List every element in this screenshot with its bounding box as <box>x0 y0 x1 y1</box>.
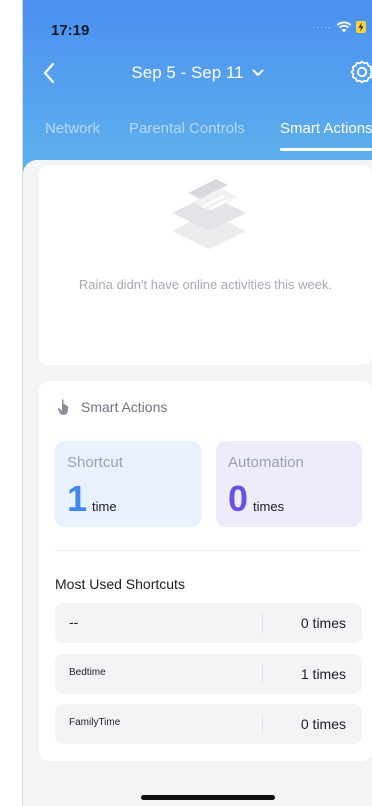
header: 17:19 ····· Sep 5 - Sep 11 Network Paren… <box>23 0 372 175</box>
activity-card: Raina didn't have online activities this… <box>39 165 372 365</box>
empty-state-illustration <box>172 179 246 249</box>
shortcut-count: 1 <box>67 478 88 519</box>
shortcut-row-name: -- <box>69 614 79 630</box>
tab-parental-controls[interactable]: Parental Controls <box>129 120 245 137</box>
shortcut-row[interactable]: -- 0 times <box>55 603 362 643</box>
home-indicator <box>141 795 275 800</box>
automation-stat-card[interactable]: Automation 0 times <box>216 441 362 527</box>
empty-state-message: Raina didn't have online activities this… <box>78 277 333 292</box>
status-bar: 17:19 ····· <box>23 0 372 44</box>
automation-unit: times <box>253 499 285 514</box>
chevron-down-icon <box>252 69 264 76</box>
active-tab-indicator <box>280 148 372 151</box>
row-separator <box>262 714 263 734</box>
wifi-icon <box>336 21 352 33</box>
most-used-shortcuts-title: Most Used Shortcuts <box>55 576 185 592</box>
hand-tap-icon <box>57 399 68 415</box>
date-range-selector[interactable]: Sep 5 - Sep 11 <box>23 63 372 83</box>
shortcut-value: 1 time <box>67 478 117 520</box>
shortcut-row-name: FamilyTime <box>69 717 121 728</box>
shortcut-row-count: 1 times <box>300 666 346 682</box>
battery-charging-icon <box>356 21 366 33</box>
gear-icon[interactable] <box>348 58 372 86</box>
automation-value: 0 times <box>228 478 284 520</box>
divider <box>55 550 362 551</box>
row-separator <box>262 664 263 684</box>
tab-smart-actions[interactable]: Smart Actions <box>280 120 372 137</box>
date-range-label: Sep 5 - Sep 11 <box>131 63 244 82</box>
shortcut-row[interactable]: FamilyTime 0 times <box>55 704 362 744</box>
status-icons: ····· <box>312 20 366 34</box>
status-time: 17:19 <box>51 22 90 39</box>
shortcut-row-name: Bedtime <box>69 667 106 678</box>
shortcut-row[interactable]: Bedtime 1 times <box>55 654 362 694</box>
automation-count: 0 <box>228 478 249 519</box>
nav-bar: Sep 5 - Sep 11 <box>23 56 372 92</box>
shortcut-unit: time <box>92 499 117 514</box>
shortcut-row-count: 0 times <box>300 615 346 631</box>
smart-actions-title: Smart Actions <box>81 399 168 415</box>
automation-label: Automation <box>228 454 304 471</box>
signal-icon: ····· <box>312 22 332 32</box>
smart-actions-header: Smart Actions <box>57 398 167 416</box>
shortcut-row-count: 0 times <box>300 716 346 732</box>
smart-actions-card: Smart Actions Shortcut 1 time Automation… <box>39 381 372 761</box>
tab-network[interactable]: Network <box>45 120 100 137</box>
tab-bar: Network Parental Controls Smart Actions <box>23 120 372 152</box>
shortcut-stat-card[interactable]: Shortcut 1 time <box>55 441 201 527</box>
row-separator <box>262 613 263 633</box>
shortcut-label: Shortcut <box>67 454 123 471</box>
